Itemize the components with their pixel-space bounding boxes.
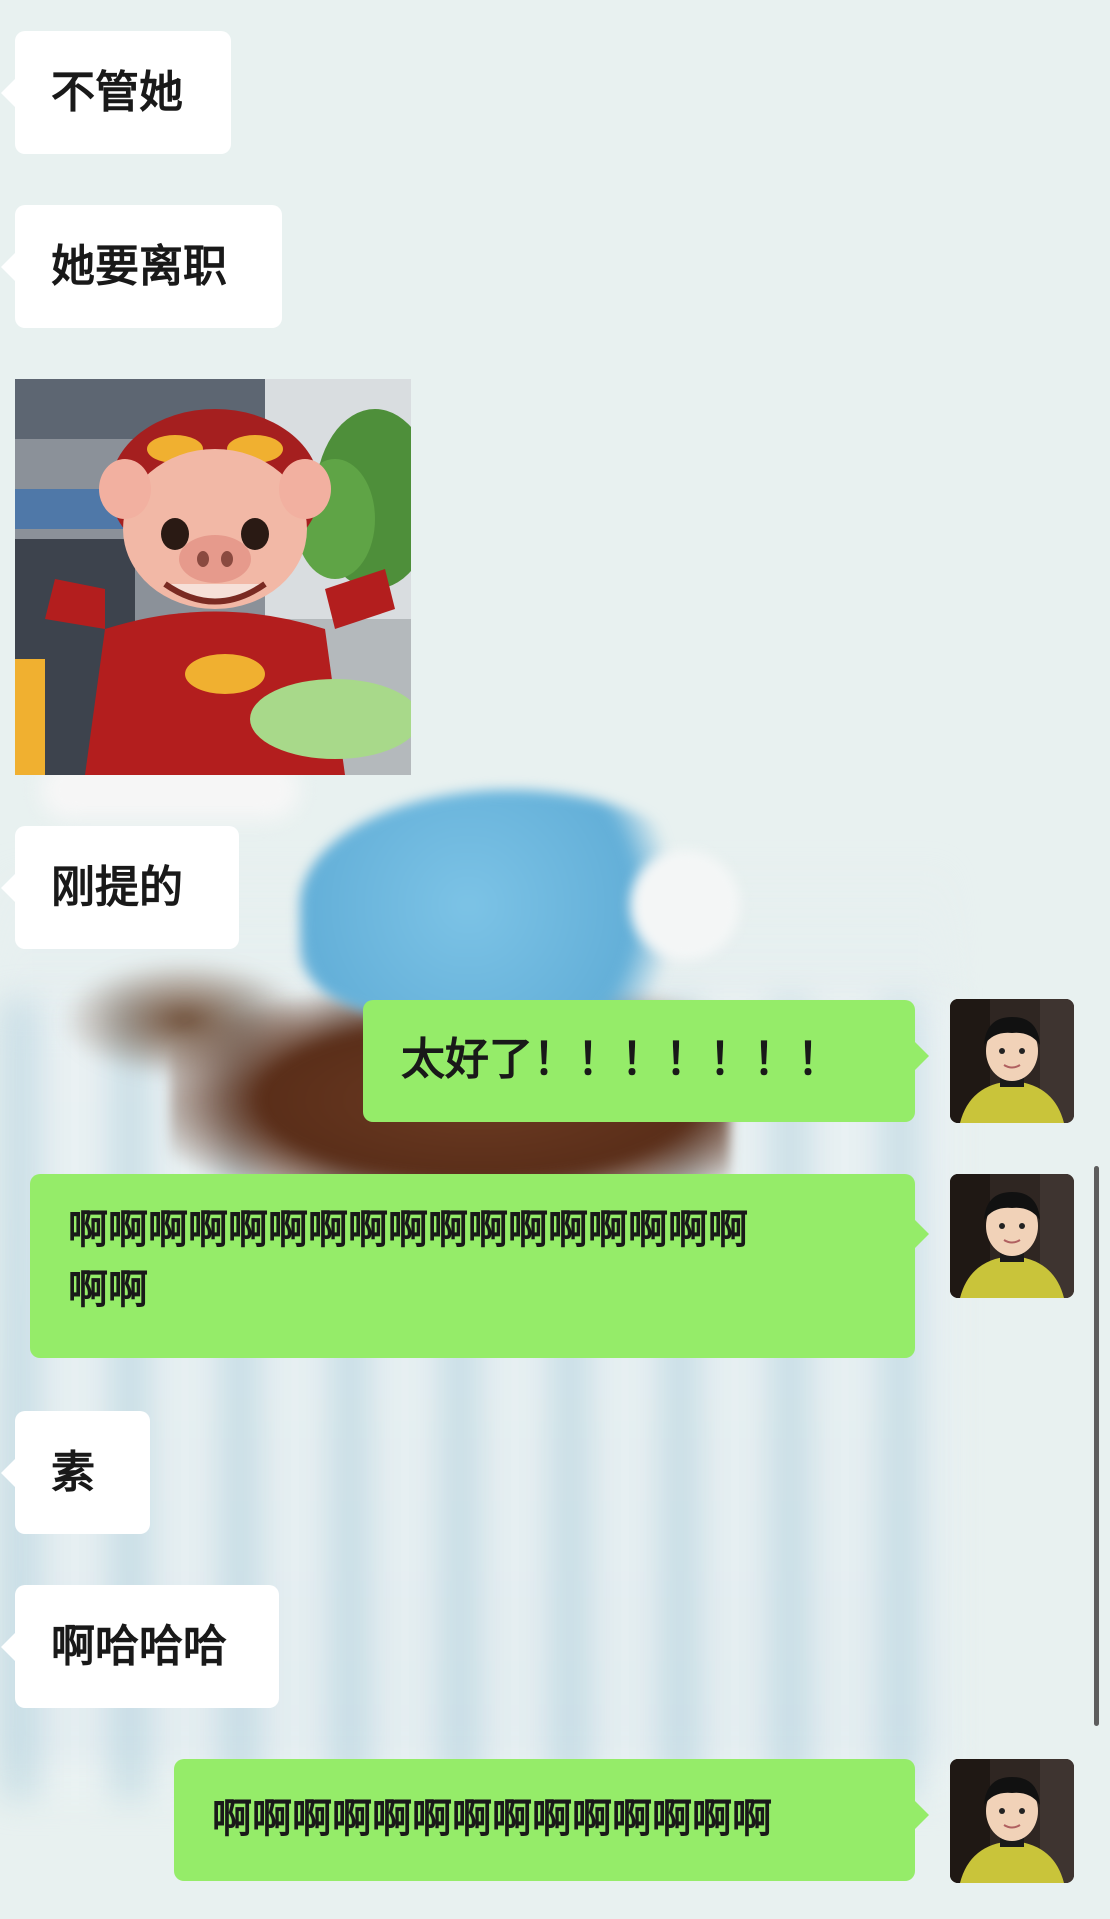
message-text: 啊哈哈哈: [51, 1621, 227, 1672]
message-text: 太好了！！！！！！！: [401, 1034, 841, 1085]
message-text: 刚提的: [51, 862, 183, 913]
incoming-message-bubble[interactable]: 刚提的: [1, 826, 239, 949]
avatar[interactable]: [950, 1174, 1074, 1298]
avatar[interactable]: [950, 999, 1074, 1123]
message-text: 素: [51, 1447, 95, 1498]
avatar[interactable]: [950, 1759, 1074, 1883]
chat-window: 不管她 她要离职 刚提的 太好了！！！！！！！ 啊啊啊啊啊啊啊啊啊啊啊啊啊啊啊啊…: [0, 0, 1110, 1919]
cartoon-pig-sticker[interactable]: [15, 379, 411, 775]
incoming-message-bubble[interactable]: 不管她: [1, 31, 231, 154]
incoming-message-bubble[interactable]: 她要离职: [1, 205, 282, 328]
outgoing-message-bubble[interactable]: 啊啊啊啊啊啊啊啊啊啊啊啊啊啊啊啊啊 啊啊: [30, 1174, 929, 1358]
outgoing-message-bubble[interactable]: 太好了！！！！！！！: [363, 1000, 929, 1122]
incoming-message-bubble[interactable]: 素: [1, 1411, 150, 1534]
outgoing-message-bubble[interactable]: 啊啊啊啊啊啊啊啊啊啊啊啊啊啊: [174, 1759, 929, 1881]
background-wallpaper-hat-tip: [630, 850, 740, 960]
boy-avatar-icon: [950, 999, 1074, 1123]
message-text-line2: 啊啊: [68, 1267, 148, 1313]
boy-avatar-icon: [950, 1174, 1074, 1298]
message-text: 啊啊啊啊啊啊啊啊啊啊啊啊啊啊啊啊啊: [68, 1207, 748, 1253]
message-text: 不管她: [51, 67, 183, 118]
boy-avatar-icon: [950, 1759, 1074, 1883]
incoming-message-bubble[interactable]: 啊哈哈哈: [1, 1585, 279, 1708]
message-text: 她要离职: [51, 241, 227, 292]
message-text: 啊啊啊啊啊啊啊啊啊啊啊啊啊啊: [212, 1796, 772, 1842]
cartoon-pig-icon: [15, 379, 411, 775]
scrollbar[interactable]: [1094, 1166, 1099, 1726]
